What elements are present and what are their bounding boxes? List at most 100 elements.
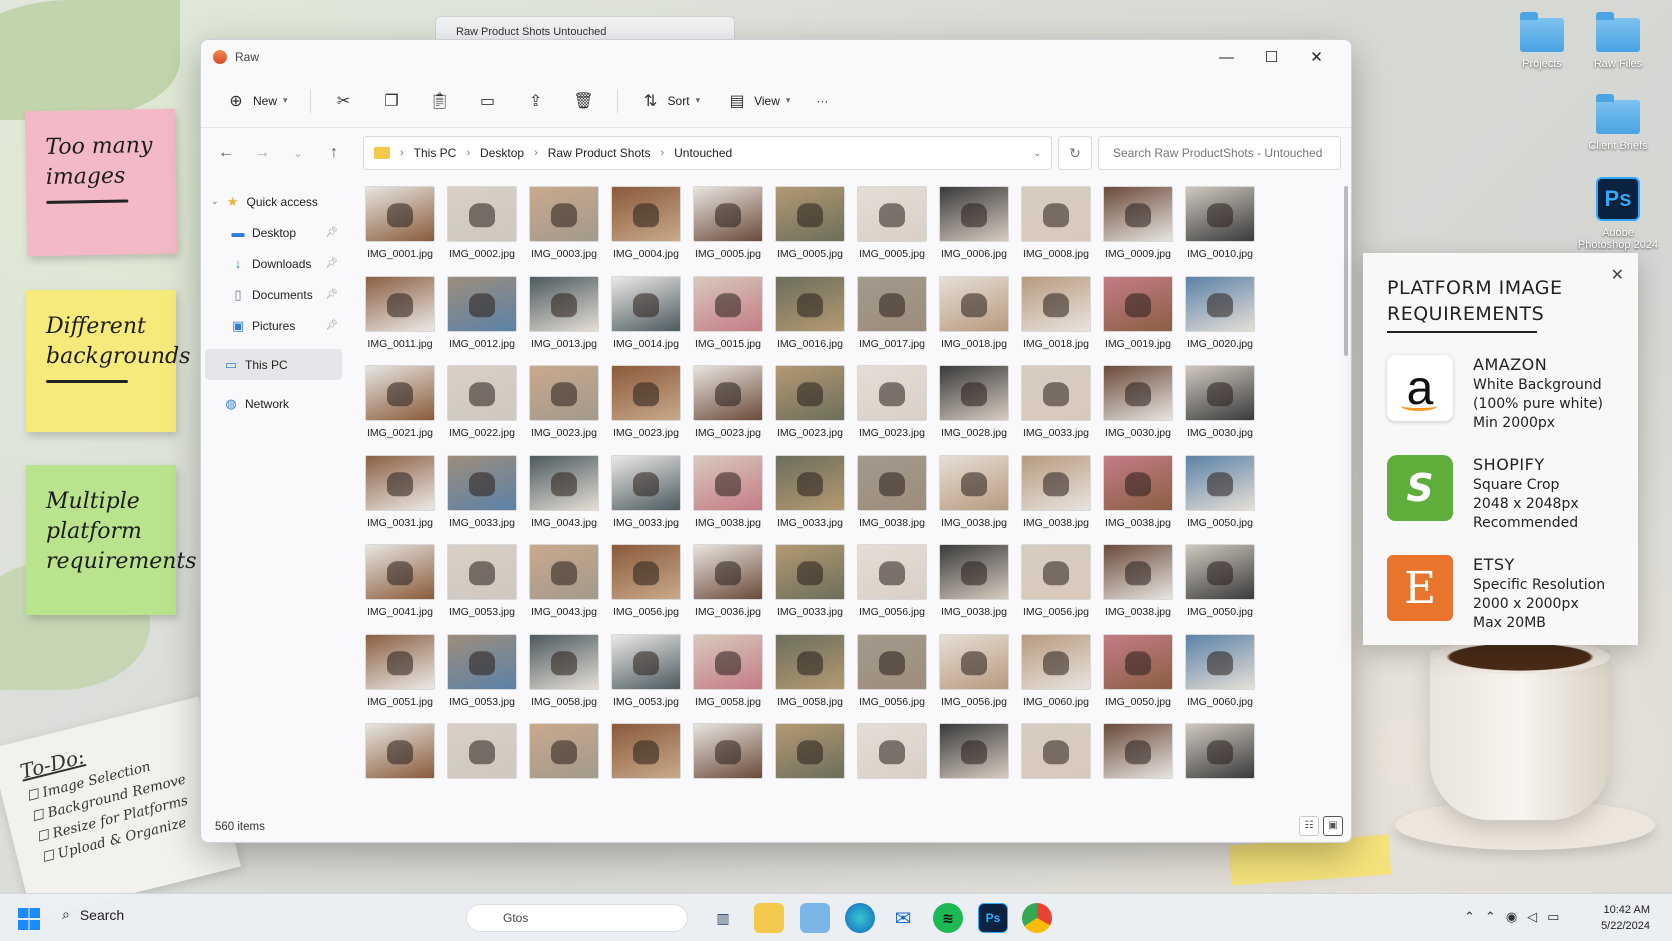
file-item[interactable]: IMG_0028.jpg [933,365,1015,455]
file-item[interactable]: IMG_0030.jpg [1097,365,1179,455]
close-icon[interactable]: ✕ [1611,265,1624,284]
forward-arrow-icon[interactable]: → [247,144,277,162]
file-item[interactable]: IMG_0036.jpg [687,544,769,634]
file-item[interactable]: IMG_0038.jpg [851,454,933,545]
file-item[interactable]: IMG_0023.jpg [851,365,933,455]
file-item[interactable]: IMG_0056.jpg [851,544,933,634]
more-options-button[interactable]: ··· [806,85,838,117]
file-item[interactable]: IMG_0033.jpg [769,454,851,545]
chrome-icon[interactable] [1022,903,1052,933]
file-item[interactable] [605,723,687,813]
back-arrow-icon[interactable]: ← [211,144,241,162]
desktop-icon-client-briefs[interactable]: Client Briefs [1576,94,1660,152]
file-item[interactable]: IMG_0038.jpg [1097,454,1179,545]
file-item[interactable]: IMG_0010.jpg [1179,186,1261,276]
file-item[interactable]: IMG_0023.jpg [769,365,851,455]
file-item[interactable] [1015,723,1097,813]
close-button[interactable]: ✕ [1294,48,1339,66]
file-item[interactable]: IMG_0014.jpg [605,275,687,366]
file-item[interactable]: IMG_0011.jpg [359,275,441,366]
file-item[interactable]: IMG_0003.jpg [523,186,605,276]
view-button[interactable]: ▤ View ▾ [716,85,800,117]
file-item[interactable]: IMG_0060.jpg [1015,633,1097,724]
file-item[interactable]: IMG_0018.jpg [933,275,1015,366]
file-item[interactable]: IMG_0033.jpg [441,454,523,545]
file-item[interactable]: IMG_0005.jpg [769,186,851,276]
file-item[interactable]: IMG_0050.jpg [1097,633,1179,724]
paste-button[interactable]: 📋︎ [419,85,461,117]
copy-button[interactable]: ❐ [371,85,413,117]
file-item[interactable] [687,723,769,813]
address-bar[interactable]: › This PC › Desktop › Raw Product Shots … [363,136,1052,170]
taskbar-widget[interactable]: Gtos [466,904,688,932]
file-item[interactable]: IMG_0043.jpg [523,544,605,634]
file-item[interactable] [441,723,523,813]
sidebar-item-quick-access[interactable]: ⌄ ★ Quick access [201,186,346,217]
file-item[interactable] [359,723,441,813]
file-item[interactable]: IMG_0038.jpg [933,454,1015,545]
network-icon[interactable]: ⌃ [1485,909,1506,924]
file-item[interactable]: IMG_0038.jpg [1015,454,1097,545]
file-item[interactable]: IMG_0038.jpg [933,544,1015,634]
file-item[interactable]: IMG_0008.jpg [1015,186,1097,276]
vertical-scrollbar[interactable] [1344,186,1348,356]
share-button[interactable]: ⇪ [515,85,557,117]
file-item[interactable]: IMG_0023.jpg [605,365,687,455]
file-item[interactable]: IMG_0005.jpg [851,186,933,276]
new-button[interactable]: ⊕ New ▾ [215,85,298,117]
refresh-button[interactable]: ↻ [1058,136,1092,170]
system-tray[interactable]: ⌃⌃◉◁▭ [1464,909,1569,925]
battery-icon[interactable]: ▭ [1547,909,1569,924]
breadcrumb-desktop[interactable]: Desktop [480,146,524,160]
volume-icon[interactable]: ◁ [1527,909,1547,924]
sort-button[interactable]: ⇅ Sort ▾ [630,85,711,117]
file-item[interactable]: IMG_0013.jpg [523,275,605,366]
chevron-down-icon[interactable]: ⌄ [211,196,219,207]
file-item[interactable] [769,723,851,813]
file-item[interactable]: IMG_0004.jpg [605,186,687,276]
file-item[interactable]: IMG_0018.jpg [1015,275,1097,366]
windows-start-icon[interactable] [18,908,40,930]
file-item[interactable]: IMG_0012.jpg [441,275,523,366]
file-item[interactable] [523,723,605,813]
file-item[interactable]: IMG_0058.jpg [687,633,769,724]
file-item[interactable]: IMG_0038.jpg [1097,544,1179,634]
breadcrumb-raw-product-shots[interactable]: Raw Product Shots [548,146,651,160]
taskbar-search[interactable]: ⌕ Search [62,906,124,923]
sidebar-item-desktop[interactable]: ▬ Desktop 📌︎ [201,217,346,248]
desktop-icon-photoshop[interactable]: Ps Adobe Photoshop 2024 [1576,177,1660,251]
file-item[interactable]: IMG_0056.jpg [605,544,687,634]
chevron-up-icon[interactable]: ⌃ [1464,909,1485,924]
sidebar-item-this-pc[interactable]: ▭ This PC [205,349,342,380]
file-item[interactable]: IMG_0023.jpg [687,365,769,455]
file-item[interactable]: IMG_0060.jpg [1179,633,1261,724]
file-item[interactable]: IMG_0053.jpg [605,633,687,724]
file-item[interactable]: IMG_0016.jpg [769,275,851,366]
file-explorer-icon[interactable] [754,903,784,933]
mail-icon[interactable]: ✉ [888,903,918,933]
up-arrow-icon[interactable]: ↑ [319,144,349,162]
file-item[interactable]: IMG_0001.jpg [359,186,441,276]
breadcrumb-untouched[interactable]: Untouched [674,146,732,160]
file-item[interactable]: IMG_0058.jpg [769,633,851,724]
file-item[interactable]: IMG_0019.jpg [1097,275,1179,366]
search-box[interactable] [1098,136,1341,170]
photoshop-taskbar-icon[interactable]: Ps [978,903,1008,933]
file-item[interactable]: IMG_0050.jpg [1179,454,1261,545]
file-manager-app-icon[interactable]: ▥ [708,903,738,933]
file-item[interactable]: IMG_0009.jpg [1097,186,1179,276]
maximize-button[interactable]: ☐ [1249,48,1294,66]
file-item[interactable]: IMG_0053.jpg [441,633,523,724]
cut-button[interactable]: ✂ [323,85,365,117]
file-item[interactable] [851,723,933,813]
breadcrumb-this-pc[interactable]: This PC [414,146,457,160]
sidebar-item-downloads[interactable]: ↓ Downloads 📌︎ [201,248,346,279]
sidebar-item-documents[interactable]: ▯ Documents 📌︎ [201,279,346,310]
chevron-down-icon[interactable]: ⌄ [1033,148,1041,159]
file-item[interactable] [1179,723,1261,813]
file-item[interactable]: IMG_0033.jpg [769,544,851,634]
minimize-button[interactable]: — [1204,49,1249,66]
file-item[interactable]: IMG_0058.jpg [523,633,605,724]
desktop-icon-raw-files[interactable]: Raw Files [1576,12,1660,70]
thumbnails-view-toggle[interactable]: ▣ [1323,816,1343,836]
